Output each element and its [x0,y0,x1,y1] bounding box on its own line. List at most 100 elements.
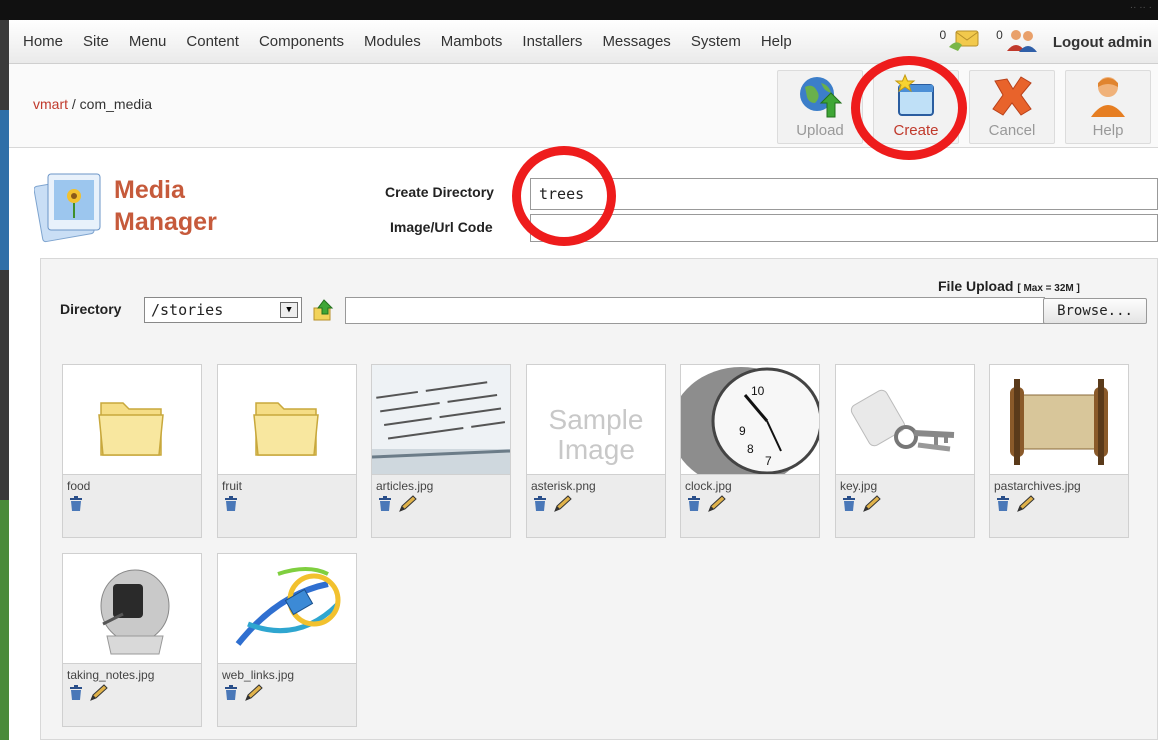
upload-globe-icon [800,77,843,118]
file-name: articles.jpg [376,479,434,493]
pencil-icon[interactable] [89,683,109,707]
window-left-edge [0,20,9,740]
upload-button[interactable]: Upload [777,70,863,144]
users-icon[interactable] [1005,27,1039,58]
trash-icon[interactable] [533,495,547,517]
directory-select[interactable]: /stories ▼ [144,297,302,323]
taking-notes-image [100,569,170,655]
file-thumbnail[interactable] [218,365,356,475]
menu-item-messages[interactable]: Messages [602,33,670,50]
file-tile[interactable]: fruit [217,364,357,538]
pencil-icon[interactable] [862,494,882,518]
file-upload-field[interactable] [345,297,1045,324]
articles-image [372,365,510,474]
file-name: clock.jpg [685,479,732,493]
file-actions [378,494,424,518]
create-new-folder-icon [894,73,934,116]
trash-icon[interactable] [996,495,1010,517]
trash-icon[interactable] [842,495,856,517]
breadcrumb: vmart / com_media [33,96,152,112]
file-tile[interactable]: articles.jpg [371,364,511,538]
menu-item-content[interactable]: Content [186,33,239,50]
cancel-x-icon [992,76,1032,116]
file-thumbnail[interactable] [218,554,356,664]
menu-status-area: 0 0 Logout admin [939,26,1152,58]
file-actions [842,494,888,518]
logout-link[interactable]: Logout admin [1053,34,1152,51]
messages-count: 0 [939,28,947,42]
menu-item-modules[interactable]: Modules [364,33,421,50]
file-name: taking_notes.jpg [67,668,155,682]
menu-item-home[interactable]: Home [23,33,63,50]
breadcrumb-link-vmart[interactable]: vmart [33,96,68,112]
cancel-button-label: Cancel [988,122,1036,139]
breadcrumb-separator: / [68,96,80,112]
browse-button[interactable]: Browse... [1043,298,1147,324]
file-tile[interactable]: 9 8 7 10 clock.jpg [680,364,820,538]
file-actions [224,495,244,517]
menu-item-mambots[interactable]: Mambots [441,33,503,50]
create-directory-input[interactable] [530,178,1158,210]
file-thumbnail[interactable]: Sample Image [527,365,665,475]
messages-icon[interactable] [948,27,982,58]
file-upload-text: File Upload [938,278,1014,294]
image-url-code-input[interactable] [530,214,1158,242]
file-upload-max: [ Max = 32M ] [1017,283,1080,294]
file-name: asterisk.png [531,479,596,493]
file-name: fruit [222,479,243,493]
file-tile[interactable]: pastarchives.jpg [989,364,1129,538]
create-button[interactable]: Create [873,70,959,144]
file-thumbnail[interactable] [63,554,201,664]
file-tile[interactable]: web_links.jpg [217,553,357,727]
svg-text:10: 10 [751,384,765,398]
file-upload-label: File Upload [ Max = 32M ] [938,278,1080,294]
svg-text:7: 7 [765,454,772,468]
menu-item-installers[interactable]: Installers [522,33,582,50]
file-thumbnail[interactable] [836,365,974,475]
help-button-label: Help [1092,122,1124,139]
trash-icon[interactable] [687,495,701,517]
trash-icon[interactable] [69,684,83,706]
pencil-icon[interactable] [707,494,727,518]
toolbar: Upload Create Cancel Help [777,64,1158,148]
trash-icon[interactable] [69,495,83,517]
file-thumbnail[interactable] [990,365,1128,475]
menu-item-menu[interactable]: Menu [129,33,167,50]
menu-item-help[interactable]: Help [761,33,792,50]
trash-icon[interactable] [224,684,238,706]
file-actions [533,494,579,518]
sample-image-line1: Sample [548,404,644,435]
menu-item-system[interactable]: System [691,33,741,50]
file-name: food [67,479,91,493]
help-button[interactable]: Help [1065,70,1151,144]
svg-text:8: 8 [747,442,754,456]
pencil-icon[interactable] [398,494,418,518]
svg-text:9: 9 [739,424,746,438]
chevron-down-icon[interactable]: ▼ [280,302,298,318]
users-count: 0 [996,28,1003,42]
file-thumbnail[interactable] [372,365,510,475]
trash-icon[interactable] [378,495,392,517]
pencil-icon[interactable] [244,683,264,707]
menu-item-site[interactable]: Site [83,33,109,50]
scroll-image [1010,379,1108,465]
file-tile[interactable]: Sample Image asterisk.png [526,364,666,538]
folder-up-icon[interactable] [312,298,336,327]
menu-item-components[interactable]: Components [259,33,344,50]
file-tile[interactable]: taking_notes.jpg [62,553,202,727]
pencil-icon[interactable] [1016,494,1036,518]
file-tile[interactable]: key.jpg [835,364,975,538]
page-title-line2: Manager [114,208,217,236]
sample-image-line2: Image [557,434,635,465]
file-tile[interactable]: food [62,364,202,538]
cancel-button[interactable]: Cancel [969,70,1055,144]
file-thumbnail[interactable] [63,365,201,475]
folder-icon [253,402,319,456]
file-actions [69,495,89,517]
file-thumbnail[interactable]: 9 8 7 10 [681,365,819,475]
breadcrumb-current: com_media [79,96,153,112]
page-title-block: Media Manager [34,168,254,248]
trash-icon[interactable] [224,495,238,517]
pencil-icon[interactable] [553,494,573,518]
left-edge-blue [0,110,9,270]
